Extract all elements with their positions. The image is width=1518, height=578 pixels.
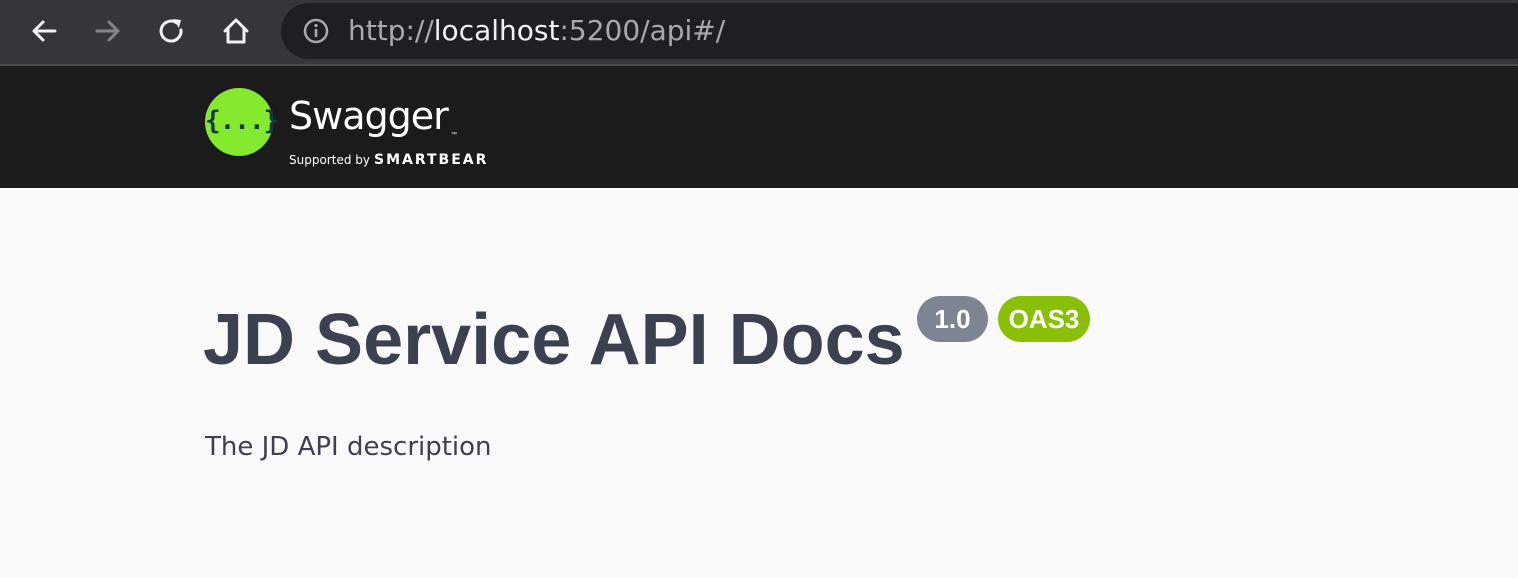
logo-symbol: {...} — [205, 106, 279, 136]
browser-toolbar: http://localhost:5200/api#/ — [0, 0, 1518, 66]
swagger-logo-link[interactable]: {...} Swagger ™ Supported by SMARTBEAR — [205, 88, 495, 168]
forward-button[interactable] — [90, 13, 126, 49]
supported-by-label: Supported by — [289, 153, 370, 167]
back-button[interactable] — [26, 13, 62, 49]
arrow-right-icon — [95, 20, 120, 42]
address-bar[interactable]: http://localhost:5200/api#/ — [281, 3, 1518, 59]
url-host: localhost — [433, 14, 560, 47]
swagger-topbar: {...} Swagger ™ Supported by SMARTBEAR — [0, 66, 1518, 188]
version-badge: 1.0 — [917, 296, 988, 342]
info-circle-icon[interactable] — [303, 18, 329, 44]
oas-badge: OAS3 — [998, 296, 1090, 342]
home-icon — [223, 18, 249, 44]
smartbear-wordmark: SMARTBEAR — [373, 152, 489, 168]
reload-icon — [159, 19, 183, 43]
url-protocol: http:// — [348, 14, 434, 47]
url-text: http://localhost:5200/api#/ — [348, 14, 725, 48]
supported-by-text: Supported by SMARTBEAR — [289, 152, 488, 168]
reload-button[interactable] — [154, 13, 190, 49]
trademark-mark: ™ — [451, 132, 457, 138]
swagger-logo-icon: {...} — [205, 88, 279, 156]
home-button[interactable] — [218, 13, 254, 49]
api-title: JD Service API Docs — [203, 300, 905, 380]
logo-wordmark: Swagger — [289, 94, 449, 138]
arrow-left-icon — [32, 20, 57, 42]
url-path: :5200/api#/ — [559, 14, 726, 47]
api-description: The JD API description — [205, 432, 492, 462]
